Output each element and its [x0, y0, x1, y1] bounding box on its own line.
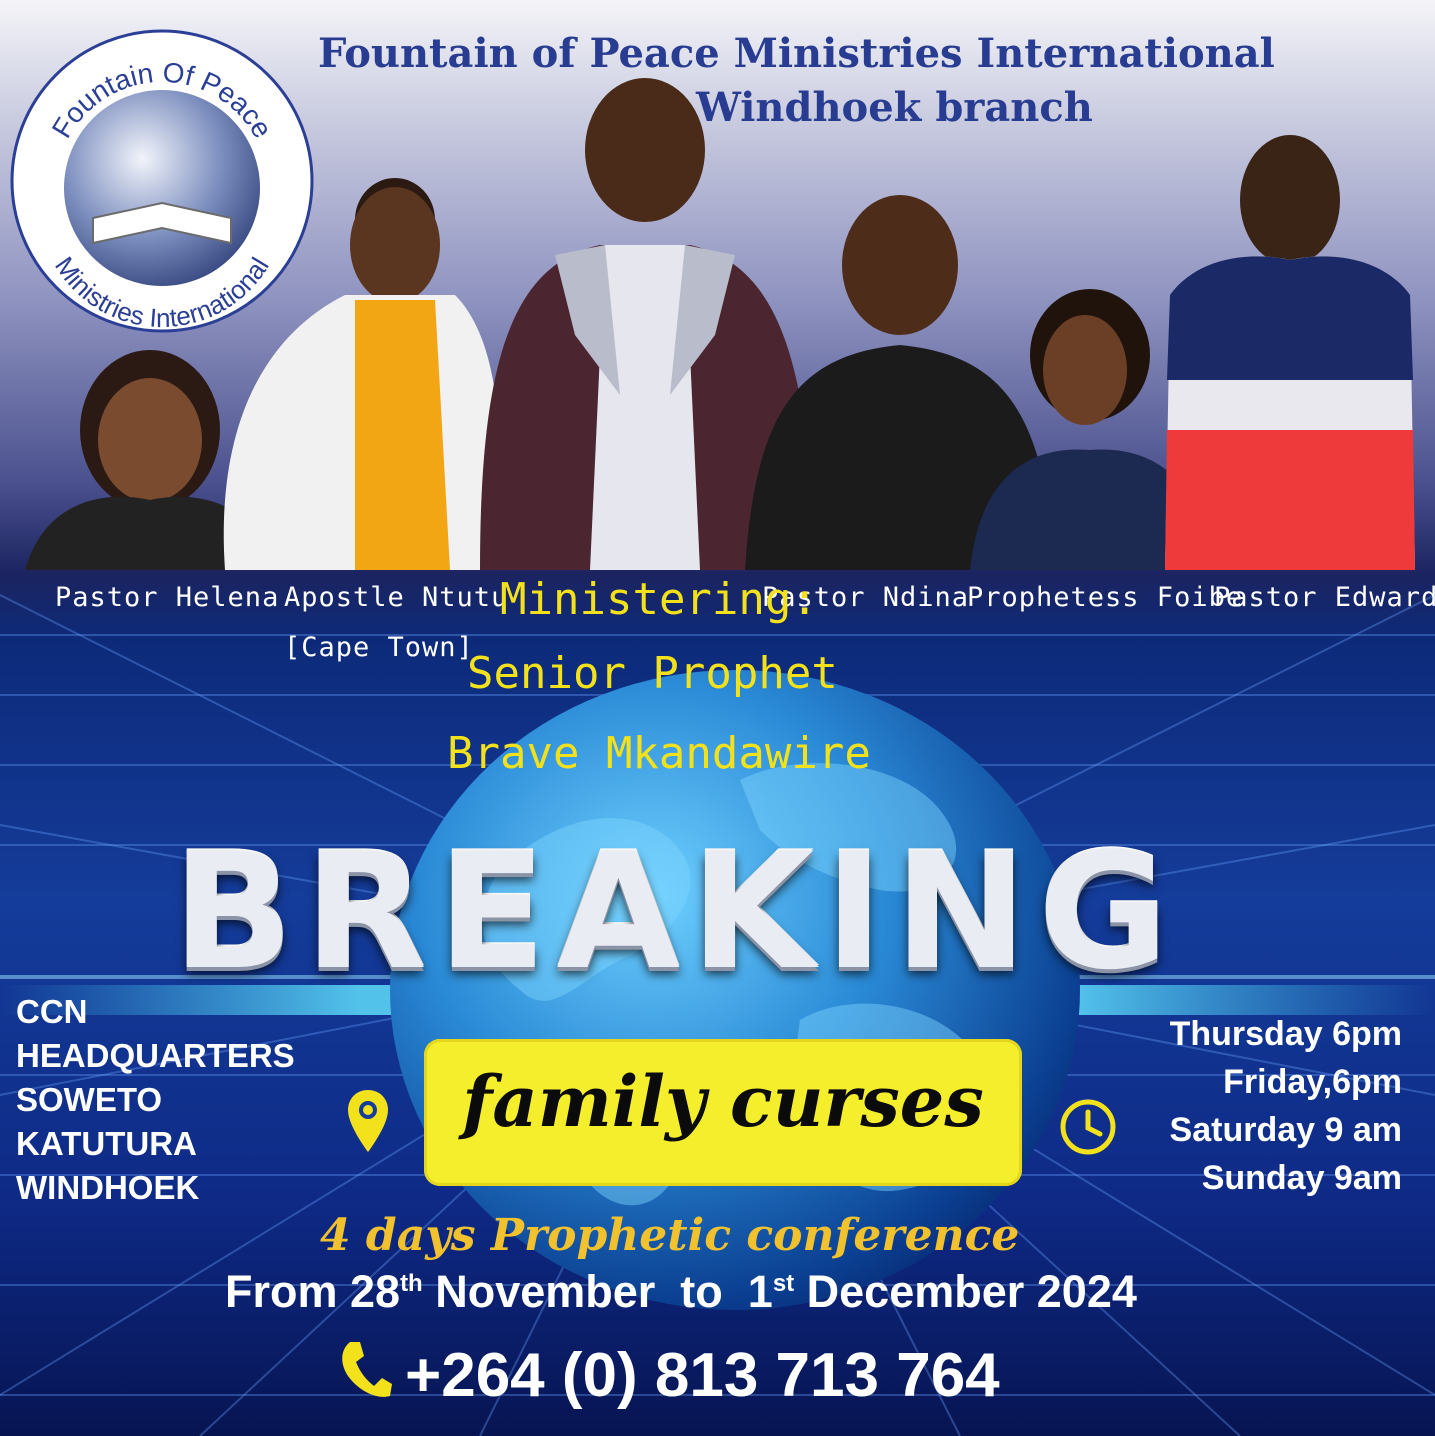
dates-sup-th: th — [400, 1270, 423, 1297]
schedule-line: Thursday 6pm — [1169, 1015, 1402, 1053]
schedule-line: Saturday 9 am — [1169, 1111, 1402, 1149]
caption-apostle-ntutu: Apostle Ntutu — [284, 582, 509, 613]
photo-pastor-edward — [1155, 130, 1420, 570]
caption-pastor-helena: Pastor Helena — [55, 582, 280, 613]
phone-icon — [342, 1342, 392, 1397]
main-title: BREAKING — [172, 818, 1180, 1005]
location-pin-icon — [348, 1090, 388, 1152]
caption-prophetess-foibe: Prophetess Foibe — [967, 582, 1244, 613]
location-line: SOWETO — [16, 1081, 163, 1118]
event-dates: From 28th November to 1st December 2024 — [225, 1266, 1137, 1318]
schedule-line: Friday,6pm — [1223, 1063, 1402, 1101]
schedule-line: Sunday 9am — [1201, 1159, 1402, 1197]
location-line: KATUTURA — [16, 1125, 197, 1162]
event-poster: Fountain Of Peace Ministries Internation… — [0, 0, 1435, 1436]
caption-pastor-edward: Pastor Edward — [1214, 582, 1435, 613]
conference-title: 4 days Prophetic conference — [320, 1210, 1020, 1261]
location-line: HEADQUARTERS — [16, 1037, 295, 1074]
dates-sup-st: st — [772, 1270, 795, 1297]
dates-mid: November to 1 — [422, 1266, 773, 1317]
caption-apostle-ntutu-location: [Cape Town] — [284, 632, 474, 663]
schedule-list: Thursday 6pm Friday,6pm Saturday 9 am Su… — [1120, 1010, 1402, 1202]
location-line: CCN — [16, 993, 88, 1030]
ministering-name: Brave Mkandawire — [447, 728, 871, 779]
ministering-title: Senior Prophet — [467, 648, 838, 699]
subtitle-text: family curses — [462, 1060, 984, 1143]
photo-apostle-ntutu — [205, 165, 505, 570]
ministering-label: Ministering: — [500, 574, 818, 625]
phone-number: +264 (0) 813 713 764 — [405, 1341, 1000, 1410]
location-line: WINDHOEK — [16, 1169, 200, 1206]
location-list: CCN HEADQUARTERS SOWETO KATUTURA WINDHOE… — [16, 990, 295, 1210]
clock-icon — [1060, 1099, 1116, 1155]
dates-end: December 2024 — [794, 1266, 1137, 1317]
dates-from: From 28 — [225, 1266, 401, 1317]
